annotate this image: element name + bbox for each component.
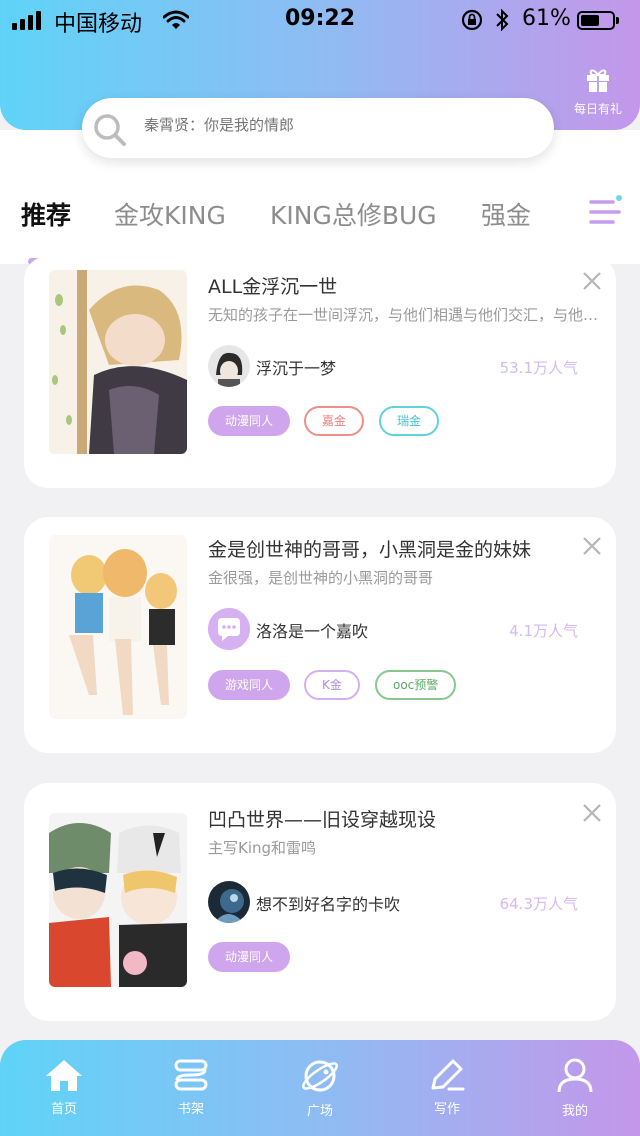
daily-gift-button[interactable]: 每日有礼	[568, 66, 628, 117]
author-name[interactable]: 浮沉于一梦	[256, 355, 336, 379]
book-title[interactable]: ALL金浮沉一世	[208, 272, 337, 299]
nav-home[interactable]: 首页	[24, 1058, 104, 1117]
book-card[interactable]: 凹凸世界——旧设穿越现设 主写King和雷鸣 想不到好名字的卡吹 64.3万人气…	[24, 783, 616, 1021]
tab-jingong-king[interactable]: 金攻KING	[114, 196, 226, 232]
bottom-navigation: 首页 书架 广场 写作 我的	[0, 1040, 640, 1136]
category-menu-icon[interactable]	[587, 194, 623, 230]
nav-write[interactable]: 写作	[407, 1058, 487, 1117]
nav-me[interactable]: 我的	[535, 1058, 615, 1119]
nav-square-label: 广场	[306, 1104, 333, 1119]
battery-percent: 61%	[522, 6, 571, 31]
avatar[interactable]	[208, 608, 250, 650]
popularity-count: 4.1万人气	[509, 622, 578, 640]
tag[interactable]: K金	[304, 670, 360, 700]
home-icon	[46, 1060, 82, 1091]
tab-king-fix-bug[interactable]: KING总修BUG	[270, 196, 437, 232]
author-name[interactable]: 想不到好名字的卡吹	[256, 891, 400, 915]
search-input[interactable]	[144, 116, 534, 134]
popularity-count: 64.3万人气	[499, 895, 578, 913]
battery-level	[581, 15, 599, 26]
tag[interactable]: 游戏同人	[208, 670, 291, 700]
book-cover	[49, 813, 187, 987]
book-description: 主写King和雷鸣	[208, 839, 317, 857]
nav-bookshelf[interactable]: 书架	[151, 1058, 231, 1117]
close-icon[interactable]	[581, 802, 603, 824]
nav-square[interactable]: 广场	[280, 1058, 360, 1119]
nav-me-label: 我的	[561, 1104, 588, 1119]
search-icon	[94, 114, 126, 146]
nav-bookshelf-label: 书架	[177, 1102, 204, 1117]
book-card[interactable]: 金是创世神的哥哥，小黑洞是金的妹妹 金很强，是创世神的小黑洞的哥哥 洛洛是一个嘉…	[24, 517, 616, 753]
nav-write-label: 写作	[433, 1102, 460, 1117]
tag[interactable]: 瑞金	[379, 406, 440, 436]
book-cover	[49, 535, 187, 719]
tag[interactable]: 动漫同人	[208, 406, 291, 436]
rotation-lock-icon	[461, 9, 483, 31]
gift-icon	[587, 69, 609, 92]
close-icon[interactable]	[581, 535, 603, 557]
tag[interactable]: ooc预警	[375, 670, 457, 700]
status-bar: 中国移动 09:22 61%	[0, 0, 640, 40]
battery-icon	[577, 11, 619, 30]
avatar[interactable]	[208, 881, 250, 923]
book-title[interactable]: 金是创世神的哥哥，小黑洞是金的妹妹	[208, 535, 531, 562]
popularity-count: 53.1万人气	[499, 359, 578, 377]
tag[interactable]: 动漫同人	[208, 942, 291, 972]
close-icon[interactable]	[581, 270, 603, 292]
author-name[interactable]: 洛洛是一个嘉吹	[256, 618, 368, 642]
book-card[interactable]: ALL金浮沉一世 无知的孩子在一世间浮沉，与他们相遇与他们交汇，与他们分离 浮沉…	[24, 256, 616, 488]
user-icon	[557, 1058, 593, 1093]
tag[interactable]: 嘉金	[304, 406, 365, 436]
gift-label: 每日有礼	[573, 102, 622, 116]
pen-icon	[431, 1059, 465, 1091]
tab-qiangjin[interactable]: 强金	[481, 196, 531, 232]
bookshelf-icon	[174, 1059, 208, 1091]
bluetooth-icon	[496, 8, 509, 32]
tab-recommend[interactable]: 推荐	[21, 196, 71, 232]
book-description: 无知的孩子在一世间浮沉，与他们相遇与他们交汇，与他们分离	[208, 306, 604, 324]
book-cover	[49, 270, 187, 454]
search-bar[interactable]	[82, 98, 554, 158]
book-title[interactable]: 凹凸世界——旧设穿越现设	[208, 805, 436, 832]
avatar[interactable]	[208, 345, 250, 387]
book-description: 金很强，是创世神的小黑洞的哥哥	[208, 569, 434, 587]
planet-icon	[302, 1060, 338, 1092]
nav-home-label: 首页	[50, 1102, 77, 1117]
